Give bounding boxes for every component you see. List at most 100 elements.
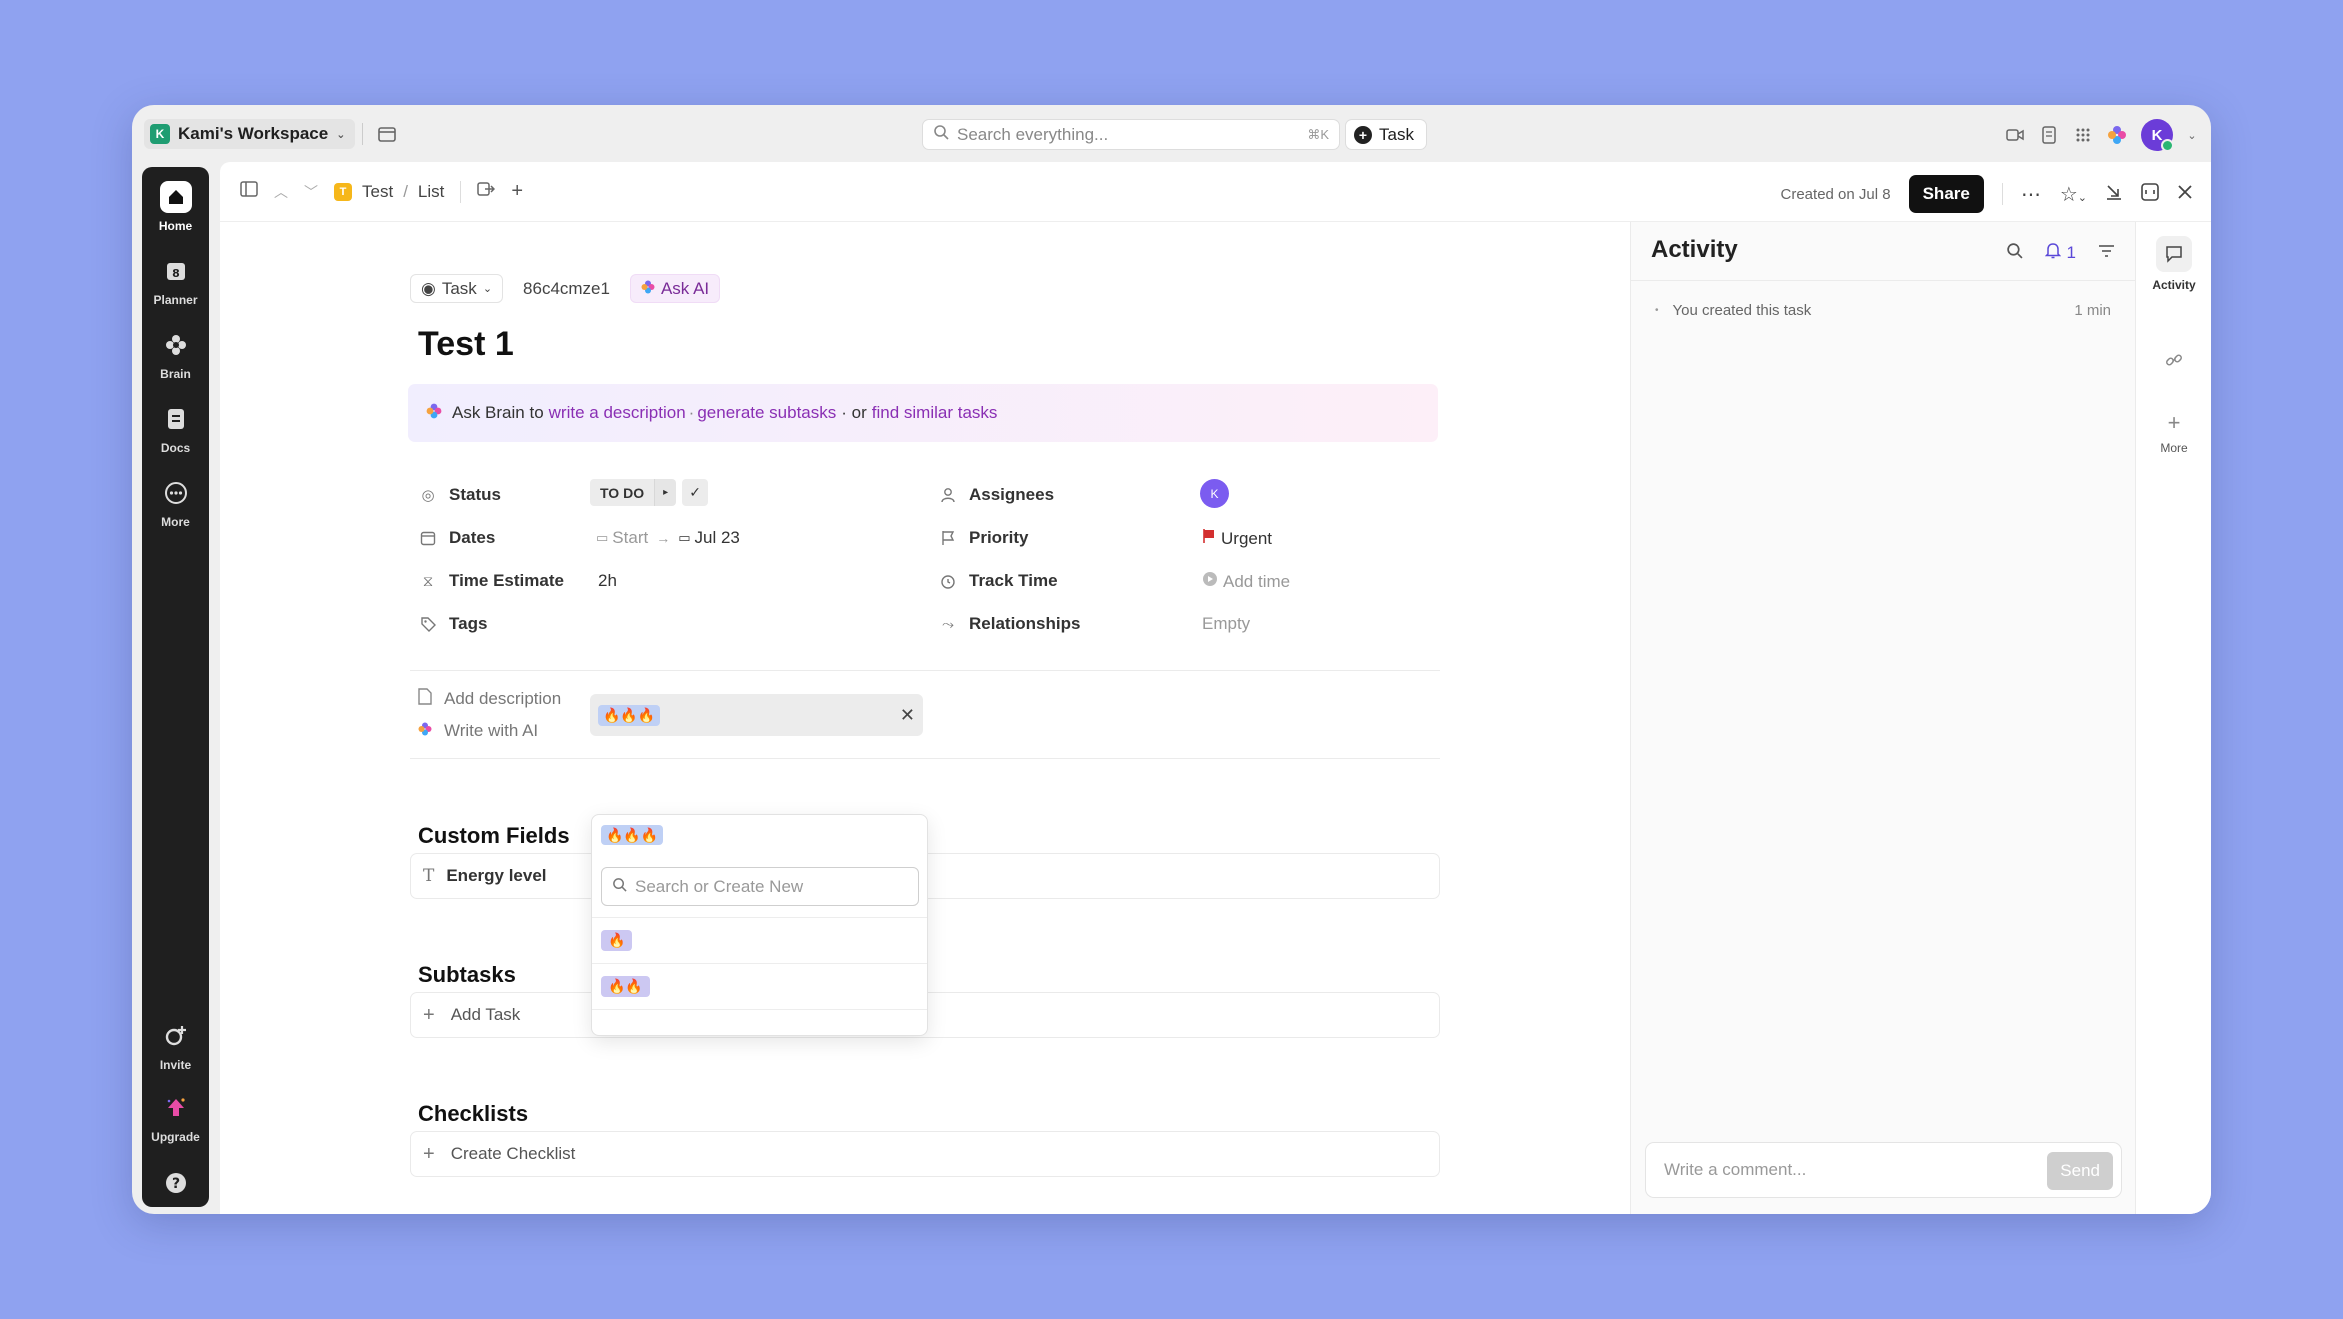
workspace-switcher[interactable]: K Kami's Workspace ⌄ (144, 119, 356, 149)
create-checklist-button[interactable]: + Create Checklist (410, 1131, 1440, 1177)
check-icon[interactable]: ✓ (682, 479, 709, 506)
task-id[interactable]: 86c4cmze1 (513, 274, 620, 303)
global-search-input[interactable]: Search everything... ⌘K (922, 119, 1340, 150)
breadcrumb-list[interactable]: List (418, 182, 444, 202)
ask-brain-banner: Ask Brain to write a description · gener… (408, 384, 1438, 442)
add-time-label: Add time (1223, 571, 1291, 591)
move-task-icon[interactable] (477, 180, 496, 203)
notifications-button[interactable]: 1 (2044, 242, 2076, 264)
add-task-label: Add Task (450, 1005, 521, 1024)
status-value[interactable]: TO DO ▸ ✓ (590, 479, 709, 506)
priority-value[interactable]: Urgent (1202, 528, 1272, 549)
sidebar-item-docs[interactable]: Docs (142, 403, 209, 455)
tag-option-chip: 🔥🔥 (601, 976, 650, 997)
task-type-select[interactable]: ◉ Task ⌄ (410, 274, 504, 303)
new-task-button[interactable]: + Task (1345, 119, 1427, 150)
tags-field: Tags (418, 614, 487, 634)
bell-icon (2044, 242, 2061, 264)
divider (410, 670, 1440, 671)
sidebar-item-label: Brain (160, 367, 191, 381)
bullet-icon: • (1655, 305, 1659, 316)
right-rail: Activity + More (2135, 222, 2211, 1214)
video-icon[interactable] (2005, 125, 2025, 145)
selected-tag-chip[interactable]: 🔥🔥🔥 (601, 825, 664, 845)
time-estimate-field: ⧖ Time Estimate (418, 571, 564, 591)
text-field-icon: T (423, 866, 435, 886)
ask-ai-button[interactable]: Ask AI (629, 274, 721, 303)
add-description-button[interactable]: Add description (418, 688, 561, 710)
calendar-icon[interactable] (376, 123, 398, 145)
rail-more-label: More (2160, 441, 2188, 455)
rail-activity-button[interactable]: Activity (2136, 236, 2211, 292)
next-status-icon[interactable]: ▸ (654, 479, 677, 506)
apps-grid-icon[interactable] (2073, 125, 2093, 145)
track-time-value[interactable]: Add time (1202, 571, 1290, 592)
more-options-icon[interactable]: ⋯ (2021, 182, 2042, 207)
custom-field-label: Energy level (446, 866, 547, 885)
tags-input[interactable]: 🔥🔥🔥 ✕ (590, 694, 923, 736)
star-icon[interactable]: ☆⌄ (2060, 182, 2087, 207)
write-with-ai-button[interactable]: Write with AI (418, 721, 538, 741)
time-estimate-label: Time Estimate (449, 571, 564, 590)
tag-icon (418, 616, 438, 632)
task-title[interactable]: Test 1 (418, 325, 514, 364)
rail-links-button[interactable] (2136, 342, 2211, 378)
ai-brain-icon (426, 403, 442, 424)
find-similar-tasks-link[interactable]: find similar tasks (872, 403, 998, 423)
assignee-avatar[interactable]: K (1200, 479, 1229, 508)
notepad-icon[interactable] (2039, 125, 2059, 145)
space-icon: T (334, 182, 352, 201)
dates-value[interactable]: ▭ Start → ▭ Jul 23 (596, 528, 740, 548)
search-shortcut: ⌘K (1307, 126, 1329, 142)
sidebar-item-label: Upgrade (151, 1130, 200, 1144)
help-button[interactable]: ? (142, 1167, 209, 1199)
clear-icon[interactable]: ✕ (900, 705, 915, 726)
calendar-icon: ▭ (596, 530, 609, 545)
comment-input[interactable]: Write a comment... Send (1645, 1142, 2122, 1198)
time-estimate-value[interactable]: 2h (598, 571, 617, 591)
svg-text:?: ? (171, 1176, 179, 1192)
sidebar-toggle-icon[interactable] (240, 181, 258, 202)
arrow-right-icon: → (656, 530, 671, 546)
ai-brain-icon[interactable] (2107, 125, 2127, 145)
task-content: ◉ Task ⌄ 86c4cmze1 Ask AI Test 1 Ask Bra… (220, 222, 1630, 1214)
link-icon (2156, 342, 2192, 378)
tag-option[interactable]: 🔥🔥 (592, 963, 927, 1009)
relationship-icon: ⤳ (941, 615, 954, 633)
sidebar-item-planner[interactable]: 8 Planner (142, 255, 209, 307)
sidebar-item-more[interactable]: More (142, 477, 209, 529)
relationships-value[interactable]: Empty (1202, 614, 1250, 634)
priority-text: Urgent (1221, 528, 1273, 548)
chevron-down-icon[interactable]: ⌄ (2187, 125, 2197, 145)
task-type-icon: ◉ (421, 278, 436, 298)
tag-chip[interactable]: 🔥🔥🔥 (598, 704, 661, 726)
chevron-down-icon[interactable]: ﹀ (304, 182, 318, 202)
close-icon[interactable] (2177, 184, 2193, 205)
avatar[interactable]: K (1200, 479, 1229, 508)
expand-icon[interactable] (2141, 182, 2159, 206)
tag-search-input[interactable]: Search or Create New (601, 867, 919, 906)
sidebar-item-invite[interactable]: Invite (142, 1020, 209, 1072)
task-meta: ◉ Task ⌄ 86c4cmze1 Ask AI (410, 274, 721, 303)
due-date[interactable]: Jul 23 (695, 528, 740, 548)
sidebar-item-upgrade[interactable]: Upgrade (142, 1092, 209, 1144)
sidebar-item-label: Invite (159, 1058, 192, 1072)
share-button[interactable]: Share (1908, 175, 1984, 213)
sidebar-item-home[interactable]: Home (142, 181, 209, 233)
start-date[interactable]: Start (612, 528, 648, 548)
filter-icon[interactable] (2098, 243, 2115, 263)
main-panel: ︿ ﹀ T Test / List + Created on Jul 8 Sha… (220, 162, 2211, 1214)
breadcrumb-space[interactable]: Test (362, 182, 393, 202)
user-avatar[interactable]: K (2141, 119, 2174, 152)
send-button[interactable]: Send (2047, 1152, 2113, 1190)
rail-more-button[interactable]: + More (2136, 405, 2211, 455)
minimize-icon[interactable] (2105, 183, 2123, 206)
write-description-link[interactable]: write a description (549, 403, 686, 423)
add-icon[interactable]: + (511, 180, 523, 203)
generate-subtasks-link[interactable]: generate subtasks (697, 403, 836, 423)
search-icon[interactable] (2006, 242, 2023, 264)
chevron-up-icon[interactable]: ︿ (274, 182, 288, 202)
sidebar-item-brain[interactable]: Brain (142, 329, 209, 381)
tag-option[interactable]: 🔥 (592, 917, 927, 963)
status-pill[interactable]: TO DO ▸ ✓ (590, 479, 709, 506)
